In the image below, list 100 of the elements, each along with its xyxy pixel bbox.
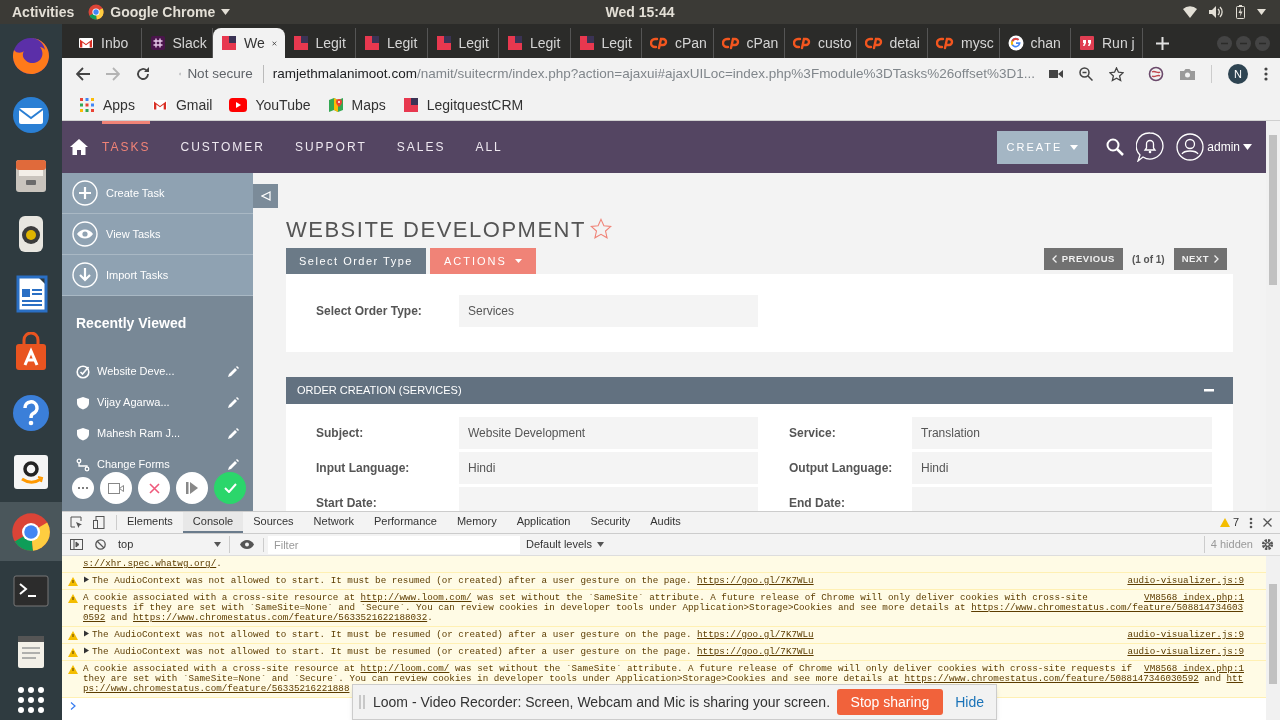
nav-tab[interactable]: CUSTOMER: [180, 121, 265, 173]
clock[interactable]: Wed 15:44: [605, 1, 675, 23]
device-icon[interactable]: [93, 516, 106, 529]
filter-field[interactable]: Filter: [268, 535, 520, 554]
address-field[interactable]: ramjethmalanimoot.com/namit/suitecrm/index.php?action=ajaxui#ajaxUILoc=index.php%3Fmodule%3DTasks%26offset%3D1...: [272, 63, 1035, 85]
source-link[interactable]: audio-visualizer.js:9: [1127, 630, 1244, 640]
drag-handle-icon[interactable]: [359, 695, 365, 709]
browser-tab[interactable]: Legit: [356, 28, 428, 58]
app-grid-icon[interactable]: [17, 686, 45, 715]
link[interactable]: https://www.chromestatus.com/feature/5633521622188032: [133, 612, 428, 623]
browser-tab[interactable]: Slack: [141, 28, 213, 58]
expand-triangle-icon[interactable]: [83, 576, 90, 583]
back-icon[interactable]: [76, 67, 90, 81]
app-menu[interactable]: Google Chrome: [88, 1, 231, 23]
link[interactable]: https://goo.gl/7K7WLu: [697, 646, 814, 657]
source-link[interactable]: VM8568 index.php:1: [1144, 664, 1244, 674]
bookmark[interactable]: Maps: [327, 94, 386, 116]
cancel-button[interactable]: [138, 472, 170, 504]
nav-tab[interactable]: ALL: [475, 121, 503, 173]
expand-triangle-icon[interactable]: [83, 630, 90, 637]
nav-tab[interactable]: SALES: [396, 121, 446, 173]
devtools-tab[interactable]: Performance: [363, 512, 447, 533]
recent-item[interactable]: Mahesh Ram J...: [76, 425, 181, 442]
browser-tab[interactable]: Inbo: [70, 28, 142, 58]
settings-icon[interactable]: [1261, 538, 1274, 551]
nav-tab[interactable]: SUPPORT: [294, 121, 367, 173]
bookmark[interactable]: Apps: [79, 94, 135, 116]
activities-button[interactable]: Activities: [12, 1, 75, 23]
bookmark[interactable]: YouTube: [229, 94, 311, 116]
expand-triangle-icon[interactable]: [83, 647, 90, 654]
browser-logo-icon[interactable]: [11, 511, 51, 552]
browser-tab[interactable]: mysc: [928, 28, 1000, 58]
devtools-tab[interactable]: Application: [506, 512, 581, 533]
browser-tab[interactable]: Legit: [427, 28, 499, 58]
more-button[interactable]: [72, 477, 94, 499]
link[interactable]: https://www.chromestatus.com/feature/508814734603: [971, 602, 1244, 613]
link[interactable]: 0592: [83, 612, 106, 623]
link[interactable]: https://goo.gl/7K7WLu: [697, 629, 814, 640]
clear-console-icon[interactable]: [95, 539, 106, 550]
previous-button[interactable]: PREVIOUS: [1043, 248, 1123, 270]
browser-tab[interactable]: chan: [999, 28, 1071, 58]
bookmark-star-icon[interactable]: [1109, 66, 1124, 82]
link[interactable]: http://loom.com/: [360, 663, 450, 674]
new-tab-icon[interactable]: [1156, 36, 1169, 50]
extension-icon[interactable]: [1148, 66, 1164, 82]
browser-tab[interactable]: cPan: [642, 28, 714, 58]
security-label[interactable]: Not secure: [187, 63, 253, 85]
video-camera-icon[interactable]: [1049, 69, 1063, 79]
devtools-tab[interactable]: Security: [580, 512, 641, 533]
browser-tab[interactable]: Legit: [499, 28, 571, 58]
devtools-tab[interactable]: Audits: [640, 512, 691, 533]
search-icon[interactable]: [1106, 138, 1125, 156]
link[interactable]: ps://www.chromestatus.com/feature/56335216221888: [83, 683, 350, 694]
devtools-tab[interactable]: Memory: [446, 512, 507, 533]
recent-item[interactable]: Website Deve...: [76, 363, 175, 380]
context-select[interactable]: top: [118, 536, 230, 553]
link[interactable]: s://xhr.spec.whatwg.org/: [83, 558, 217, 569]
scrollbar-thumb[interactable]: [1269, 135, 1277, 285]
prompt-icon[interactable]: [70, 702, 76, 710]
pencil-icon[interactable]: [228, 459, 239, 470]
camera-toggle-button[interactable]: [100, 472, 132, 504]
finish-button[interactable]: [214, 472, 246, 504]
browser-tab[interactable]: We: [213, 28, 285, 58]
record-tab[interactable]: Select Order Type: [286, 248, 426, 274]
volume-icon[interactable]: [1209, 6, 1224, 18]
close-icon[interactable]: [271, 38, 277, 48]
bookmark[interactable]: Gmail: [151, 94, 213, 116]
eye-icon[interactable]: [240, 540, 254, 549]
link[interactable]: https://goo.gl/7K7WLu: [697, 575, 814, 586]
caret-icon[interactable]: [1257, 9, 1266, 15]
source-link[interactable]: audio-visualizer.js:9: [1127, 647, 1244, 657]
battery-icon[interactable]: [1236, 5, 1245, 19]
menu-icon[interactable]: [1249, 516, 1253, 529]
link[interactable]: htt: [1226, 673, 1244, 684]
source-link[interactable]: audio-visualizer.js:9: [1127, 576, 1244, 586]
user-menu[interactable]: admin: [1176, 133, 1252, 161]
browser-tab[interactable]: Legit: [570, 28, 642, 58]
close-icon[interactable]: [1263, 518, 1272, 527]
levels-dropdown[interactable]: Default levels: [526, 536, 605, 553]
devtools-tab[interactable]: Console: [182, 512, 244, 533]
scrollbar-thumb[interactable]: [1269, 584, 1277, 684]
link[interactable]: http://www.loom.com/: [360, 592, 472, 603]
menu-icon[interactable]: [1264, 67, 1268, 81]
home-icon[interactable]: [70, 139, 88, 155]
reload-icon[interactable]: [136, 67, 150, 81]
browser-tab[interactable]: custo: [785, 28, 857, 58]
bookmark[interactable]: LegitquestCRM: [402, 94, 524, 116]
recent-item[interactable]: Vijay Agarwa...: [76, 394, 170, 411]
hide-link[interactable]: Hide: [955, 691, 984, 713]
browser-tab[interactable]: detai: [856, 28, 928, 58]
zoom-out-icon[interactable]: [1079, 67, 1093, 81]
bell-icon[interactable]: [1136, 132, 1165, 162]
source-link[interactable]: VM8568 index.php:1: [1144, 593, 1244, 603]
collapse-sidebar-button[interactable]: [253, 184, 278, 208]
scrollbar[interactable]: [1266, 556, 1280, 720]
devtools-tab[interactable]: Sources: [243, 512, 304, 533]
browser-tab[interactable]: Run j: [1071, 28, 1143, 58]
pencil-icon[interactable]: [228, 366, 239, 377]
pause-button[interactable]: [176, 472, 208, 504]
devtools-tab[interactable]: Network: [303, 512, 364, 533]
